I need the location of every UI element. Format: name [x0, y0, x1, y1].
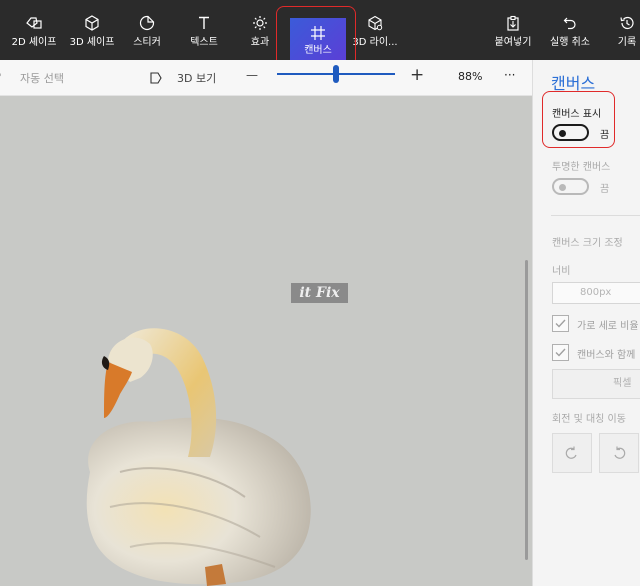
width-input[interactable]: 800px	[552, 282, 640, 304]
3d-view-button[interactable]: 3D 보기	[177, 70, 216, 86]
3d-library-icon	[367, 13, 383, 33]
history-icon	[619, 13, 635, 33]
zoom-out-button[interactable]: —	[246, 68, 258, 82]
tool-label: 3D 라이...	[352, 37, 398, 48]
tool-label: 붙여넣기	[494, 37, 532, 48]
tool-label: 기록	[617, 37, 637, 48]
zoom-in-button[interactable]: +	[410, 65, 424, 85]
2d-shapes-icon	[25, 13, 43, 33]
tool-label: 3D 셰이프	[69, 37, 115, 48]
canvas-scrollbar[interactable]	[525, 260, 528, 560]
rotate-flip-label: 회전 및 대칭 이동	[552, 414, 626, 425]
rotate-left-button[interactable]	[552, 433, 592, 473]
more-options-button[interactable]: ···	[504, 68, 515, 82]
resize-image-checkbox[interactable]	[552, 344, 569, 361]
paste-icon	[505, 13, 521, 33]
lock-ratio-label: 가로 세로 비율	[577, 321, 639, 332]
undo-icon	[562, 13, 578, 33]
pixel-unit-button[interactable]: 픽셀	[552, 369, 640, 399]
tool-effects[interactable]: 효과	[240, 0, 280, 60]
transparent-canvas-label: 투명한 캔버스	[552, 162, 611, 173]
auto-select-label[interactable]: 자동 선택	[20, 70, 64, 86]
toggle-knob	[559, 183, 566, 191]
canvas-tool-highlight	[276, 6, 356, 67]
swan-image[interactable]	[60, 322, 340, 586]
sticker-icon	[139, 13, 155, 33]
3d-shapes-icon	[84, 13, 100, 33]
3d-view-icon	[149, 70, 163, 89]
width-label: 너비	[552, 266, 571, 277]
rotate-right-button[interactable]	[599, 433, 639, 473]
rotate-right-icon	[614, 446, 626, 459]
tool-3d-shapes[interactable]: 3D 셰이프	[64, 0, 120, 60]
transparent-canvas-state: 끔	[600, 184, 610, 195]
tool-label: 텍스트	[190, 37, 218, 48]
select-icon: ᵒ	[0, 70, 2, 83]
watermark-text: it Fix	[291, 283, 348, 303]
effects-icon	[252, 13, 268, 33]
zoom-slider-thumb[interactable]	[333, 65, 339, 83]
resize-canvas-label: 캔버스 크기 조정	[552, 238, 623, 249]
check-icon	[555, 348, 566, 357]
tool-text[interactable]: 텍스트	[182, 0, 226, 60]
canvas-area[interactable]: it Fix	[0, 96, 532, 586]
transparent-canvas-toggle[interactable]	[552, 178, 589, 195]
rotate-left-icon	[565, 446, 577, 459]
tool-history[interactable]: 기록	[610, 0, 640, 60]
tool-label: 효과	[250, 37, 270, 48]
view-toolbar: ᵒ 자동 선택 3D 보기 — + 88% ···	[0, 60, 532, 96]
tool-2d-shapes[interactable]: 2D 셰이프	[6, 0, 62, 60]
text-icon	[196, 13, 212, 33]
check-icon	[555, 319, 566, 328]
tool-stickers[interactable]: 스티커	[124, 0, 170, 60]
show-canvas-highlight	[542, 91, 615, 148]
resize-image-label: 캔버스와 함께	[577, 350, 636, 361]
tool-undo[interactable]: 실행 취소	[544, 0, 596, 60]
tool-label: 실행 취소	[550, 37, 590, 48]
tool-label: 스티커	[133, 37, 161, 48]
tool-3d-library[interactable]: 3D 라이...	[348, 0, 402, 60]
lock-ratio-checkbox[interactable]	[552, 315, 569, 332]
tool-label: 2D 셰이프	[11, 37, 57, 48]
zoom-level: 88%	[458, 70, 483, 83]
panel-divider	[551, 215, 640, 216]
tool-paste[interactable]: 붙여넣기	[488, 0, 538, 60]
